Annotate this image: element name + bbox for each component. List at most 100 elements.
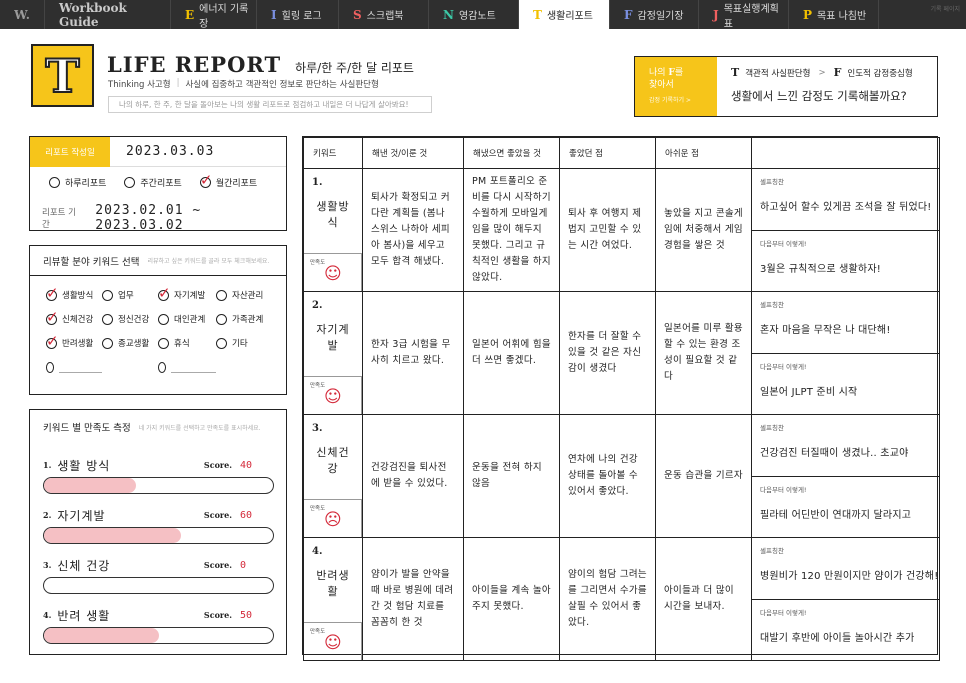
keyword-blank-option[interactable]	[158, 361, 216, 373]
keyword-label: 대인관계	[174, 315, 206, 325]
row-number: 2.	[312, 300, 323, 311]
self-praise-box[interactable]: 셀프칭찬 병원비가 120 만원이지만 얌이가 건강해!	[752, 538, 939, 599]
tab-letter: S	[353, 7, 362, 22]
keyword-option[interactable]: 기타	[216, 337, 286, 349]
page-subtitle: 하루/한 주/한 달 리포트	[295, 61, 414, 75]
tab-healing[interactable]: I 힐링 로그	[256, 0, 338, 29]
tab-emotion-diary[interactable]: F 감정일기장	[609, 0, 698, 29]
find-f-question: 생활에서 느낀 감정도 기록해볼까요?	[731, 89, 907, 103]
tab-goal-compass[interactable]: P 목표 나침반	[788, 0, 878, 29]
report-date-value[interactable]: 2023.03.03	[110, 144, 214, 159]
good-cell[interactable]: 한자를 더 잘할 수 있을 것 같은 자신감이 생겼다	[559, 291, 656, 415]
satisfaction-box[interactable]: 만족도 ☺	[304, 253, 362, 291]
good-cell[interactable]: 퇴사 후 여행지 제법지 고민할 수 있는 시간 여었다.	[559, 168, 656, 292]
keyword-option[interactable]: 자산관리	[216, 289, 286, 301]
score-row: 1. 생활 방식 Score. 40	[30, 444, 286, 494]
done-cell[interactable]: 한자 3급 시험을 무사히 치르고 왔다.	[362, 291, 464, 415]
self-praise-box[interactable]: 셀프칭찬 건강검진 터질때이 생겼나.. 초교야	[752, 415, 939, 476]
tab-energy[interactable]: E 에너지 기록장	[170, 0, 256, 30]
score-value[interactable]: 60	[240, 510, 274, 521]
keyword-option[interactable]: ✓ 반려생활	[46, 333, 102, 349]
keyword-option[interactable]: ✓ 신체건강	[46, 309, 102, 325]
good-cell[interactable]: 연차에 나의 건강 상태를 돌아볼 수 있어서 좋았다.	[559, 414, 656, 538]
done-cell[interactable]: 얌이가 발을 안약을 때 바로 병원에 데려간 것 험담 치료를 꼼꼼히 한 것	[362, 537, 464, 661]
self-praise-box[interactable]: 셀프칭찬 하고싶어 할수 있게끔 조석을 잘 뒤었다!	[752, 169, 939, 230]
score-bar-track[interactable]	[43, 627, 274, 644]
keyword-option[interactable]: 종교생활	[102, 337, 158, 349]
wish-cell[interactable]: 일본어 어휘에 힘을 더 쓰면 좋겠다.	[463, 291, 560, 415]
satisfaction-label: 만족도	[310, 260, 326, 266]
find-f-button[interactable]: 나의 F를 찾아서 감정 기록하기 >	[635, 57, 717, 116]
keyword-label: 생활방식	[62, 291, 94, 301]
satisfaction-box[interactable]: 만족도 ☹	[304, 499, 362, 537]
keyword-option[interactable]: 업무	[102, 289, 158, 301]
bad-cell[interactable]: 놓았을 지고 콘솔게임에 처중해서 게임 경험을 쌓은 것	[655, 168, 752, 292]
table-row: 4. 반려생활 만족도 ☺ 얌이가 발을 안약을 때 바로 병원에 데려간 것 험담 치…	[303, 537, 940, 661]
keyword-option[interactable]: 가족관계	[216, 313, 286, 325]
wish-cell[interactable]: 아이들을 계속 놀아주지 못했다.	[463, 537, 560, 661]
next-time-box[interactable]: 다음부터 이렇게! 필라테 어딘반이 연대까지 달라지고	[752, 476, 939, 537]
score-bar-track[interactable]	[43, 577, 274, 594]
keyword-option[interactable]: 정신건강	[102, 313, 158, 325]
wish-cell[interactable]: 운동을 전혀 하지 않음	[463, 414, 560, 538]
score-num: 2.	[43, 510, 52, 520]
keyword-option[interactable]: ✓ 생활방식	[46, 285, 102, 301]
keyword-cell[interactable]: 4. 반려생활 만족도 ☺	[303, 537, 363, 661]
score-value[interactable]: 40	[240, 460, 274, 471]
keyword-option[interactable]: ✓ 자기계발	[158, 285, 216, 301]
done-cell[interactable]: 퇴사가 확정되고 커다란 계획들 (봄나 스위스 나하아 세피아 봄사)을 세우…	[362, 168, 464, 292]
done-text: 얌이가 발을 안약을 때 바로 병원에 데려간 것 험담 치료를 꼼꼼히 한 것	[371, 569, 454, 628]
score-label: Score.	[203, 560, 232, 570]
score-panel-hint: 네 가지 키워드를 선택하고 만족도를 표시하세요.	[138, 424, 261, 432]
bad-cell[interactable]: 아이들과 더 많이 시간을 보내자.	[655, 537, 752, 661]
score-value[interactable]: 0	[240, 560, 274, 571]
good-cell[interactable]: 얌이의 험담 그려는를 그리면서 수가를 살필 수 있어서 좋았다.	[559, 537, 656, 661]
bad-cell[interactable]: 운동 습관을 기르자	[655, 414, 752, 538]
done-cell[interactable]: 건강검진을 퇴사전에 받을 수 있었다.	[362, 414, 464, 538]
tab-goal-plan[interactable]: J 목표실행계획표	[698, 0, 788, 30]
score-value[interactable]: 50	[240, 610, 274, 621]
bad-text: 아이들과 더 많이 시간을 보내자.	[664, 585, 734, 612]
keyword-cell[interactable]: 1. 생활방식 만족도 ☺	[303, 168, 363, 292]
keyword-option[interactable]: 휴식	[158, 337, 216, 349]
score-list: 1. 생활 방식 Score. 40 2. 자기계발 Score. 60 3. 신체 건강 Scor…	[30, 444, 286, 644]
keyword-option[interactable]: 대인관계	[158, 313, 216, 325]
satisfaction-box[interactable]: 만족도 ☺	[304, 376, 362, 414]
keyword-blank-option[interactable]	[46, 361, 102, 373]
next-time-box[interactable]: 다음부터 이렇게! 일본어 JLPT 준비 시작	[752, 353, 939, 414]
score-keyword: 반려 생활	[57, 608, 111, 623]
keyword-cell[interactable]: 3. 신체건강 만족도 ☹	[303, 414, 363, 538]
app-logo[interactable]: W.	[0, 0, 44, 29]
find-f-line1: 나의 F를	[649, 67, 717, 79]
radio-label: 주간리포트	[140, 179, 182, 189]
wish-cell[interactable]: PM 포트폴리오 준비를 다시 시작하기 수월하게 모바일게임을 많이 해두지 …	[463, 168, 560, 292]
radio-monthly[interactable]: ✓ 월간리포트	[199, 173, 257, 189]
bad-cell[interactable]: 일본어를 미루 활용할 수 있는 환경 조성이 필요할 것 같다	[655, 291, 752, 415]
score-bar-track[interactable]	[43, 527, 274, 544]
find-f-more-link[interactable]: 감정 기록하기 >	[649, 95, 691, 107]
tab-inspiration[interactable]: N 영감노트	[428, 0, 518, 29]
table-header-row: 키워드 해낸 것/이룬 것 해냈으면 좋았을 것 좋았던 점 아쉬운 점	[303, 137, 940, 169]
tab-life-report[interactable]: T 생활리포트	[518, 0, 609, 29]
keyword-select-panel: 리뷰할 분야 키워드 선택 리뷰하고 싶은 키워드를 골라 모두 체크해보세요.…	[29, 245, 287, 395]
next-time-box[interactable]: 다음부터 이렇게! 대발기 후반에 아이들 놀아시간 추가	[752, 599, 939, 660]
keyword-panel-title: 리뷰할 분야 키워드 선택	[43, 256, 140, 268]
keyword-cell[interactable]: 2. 자기계발만족도 ☺	[303, 291, 363, 415]
tab-letter: F	[624, 7, 633, 22]
radio-daily[interactable]: 하루리포트	[49, 176, 106, 189]
corner-note: 기록 페이지	[878, 0, 966, 29]
self-praise-box[interactable]: 셀프칭찬 혼자 마음을 무작은 나 대단해!	[752, 292, 939, 353]
period-value[interactable]: 2023.02.01 ~ 2023.03.02	[95, 203, 286, 233]
next-time-box[interactable]: 다음부터 이렇게! 3월은 규칙적으로 생활하자!	[752, 230, 939, 291]
write-in-line[interactable]	[170, 361, 216, 373]
satisfaction-box[interactable]: 만족도 ☺	[304, 622, 362, 660]
radio-weekly[interactable]: 주간리포트	[124, 176, 182, 189]
brand-title[interactable]: Workbook Guide	[44, 0, 170, 29]
from-letter: T	[731, 66, 740, 79]
score-bar-track[interactable]	[43, 477, 274, 494]
row-keyword: 자기계발	[316, 323, 350, 352]
write-in-line[interactable]	[58, 361, 102, 373]
side-cell: 셀프칭찬 혼자 마음을 무작은 나 대단해! 다음부터 이렇게! 일본어 JLPT 준…	[751, 291, 940, 415]
wish-text: 아이들을 계속 놀아주지 못했다.	[472, 585, 551, 612]
tab-scrapbook[interactable]: S 스크랩북	[338, 0, 428, 29]
